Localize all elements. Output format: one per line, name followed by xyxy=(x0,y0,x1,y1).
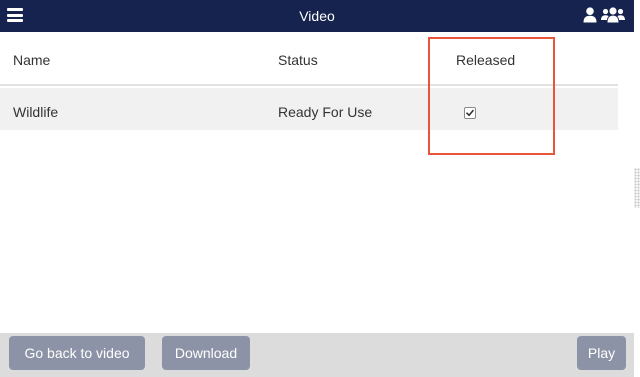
table-row[interactable]: Wildlife Ready For Use xyxy=(0,88,618,130)
column-header-name[interactable]: Name xyxy=(13,52,50,68)
users-group-icon[interactable] xyxy=(601,7,625,23)
released-checkbox[interactable] xyxy=(464,107,476,119)
play-button[interactable]: Play xyxy=(577,336,626,370)
page-title: Video xyxy=(299,8,335,24)
column-header-released[interactable]: Released xyxy=(456,52,515,68)
download-button[interactable]: Download xyxy=(162,336,250,370)
resize-grip[interactable] xyxy=(634,168,640,208)
column-header-status[interactable]: Status xyxy=(278,52,318,68)
video-status-cell: Ready For Use xyxy=(278,104,373,120)
video-app: Video Name Status Released Wildlife Read… xyxy=(0,0,640,377)
footer-toolbar: Go back to video Download Play xyxy=(0,333,634,377)
user-icon[interactable] xyxy=(583,7,597,23)
video-name-cell: Wildlife xyxy=(13,104,59,120)
table-header: Name Status Released xyxy=(0,32,618,86)
top-bar: Video xyxy=(0,0,634,32)
video-table: Name Status Released Wildlife Ready For … xyxy=(0,32,618,130)
checkmark-icon xyxy=(466,109,474,117)
go-back-to-video-button[interactable]: Go back to video xyxy=(9,336,145,370)
